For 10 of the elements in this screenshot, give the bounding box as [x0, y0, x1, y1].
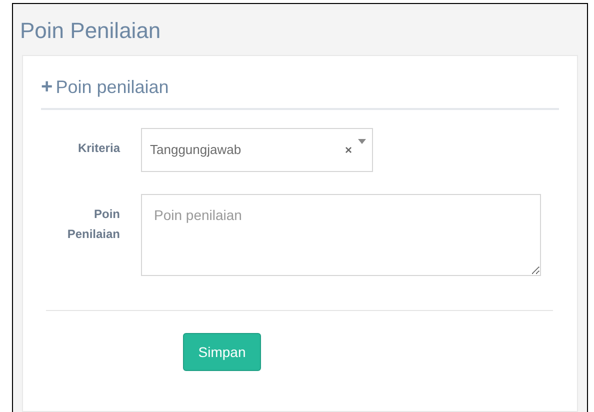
select-value: Tanggungjawab [150, 141, 242, 160]
plus-icon: + [41, 77, 53, 97]
criteria-select[interactable]: Tanggungjawab × [141, 128, 373, 172]
page-title: Poin Penilaian [20, 17, 161, 45]
clear-icon[interactable]: × [344, 141, 352, 159]
caret-icon[interactable] [358, 139, 366, 144]
input-field[interactable]: Poin penilaian [141, 194, 541, 276]
panel-title: Poin penilaian [56, 76, 169, 98]
field-label: Poin Penilaian [66, 206, 120, 243]
field-label: Kriteria [76, 140, 120, 157]
